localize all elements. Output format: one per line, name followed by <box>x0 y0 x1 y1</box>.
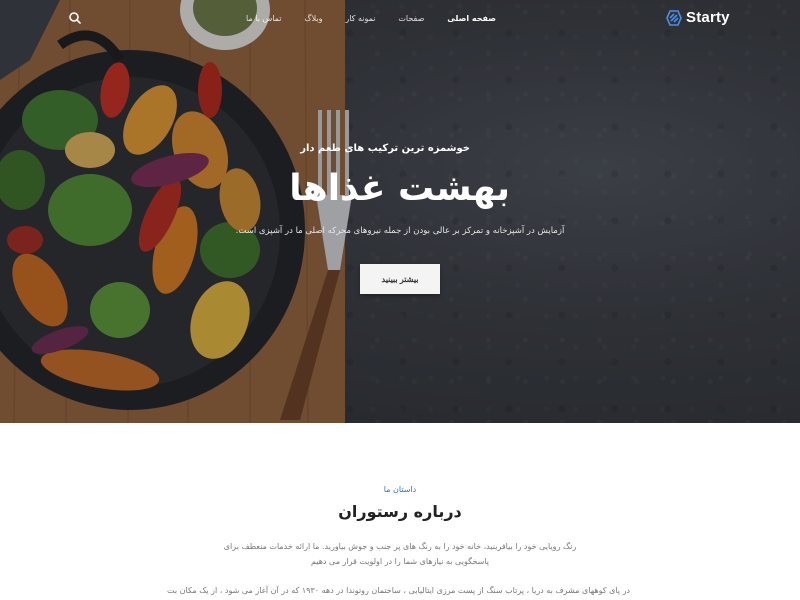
about-paragraph-1: رنگ رویایی خود را بیافرینید، خانه خود را… <box>223 542 577 566</box>
hero-title: بهشت غذاها <box>289 168 510 209</box>
hero-eyebrow: خوشمزه ترین ترکیب های طعم دار <box>300 143 470 154</box>
hero-content: خوشمزه ترین ترکیب های طعم دار بهشت غذاها… <box>0 0 800 423</box>
hero-description: آزمایش در آشپزخانه و تمرکز بر عالی بودن … <box>235 226 565 236</box>
section-kicker: داستان ما <box>383 485 417 494</box>
see-more-button[interactable]: بیشتر ببینید <box>360 264 440 294</box>
about-paragraph-2: در پای کوههای مشرف به دریا ، پرتاب سنگ ا… <box>167 586 630 595</box>
section-title: درباره رستوران <box>338 502 462 521</box>
hero-section: صفحه اصلی صفحات نمونه کار وبلاگ تماس با … <box>0 0 800 423</box>
about-section: داستان ما درباره رستوران رنگ رویایی خود … <box>0 423 800 600</box>
